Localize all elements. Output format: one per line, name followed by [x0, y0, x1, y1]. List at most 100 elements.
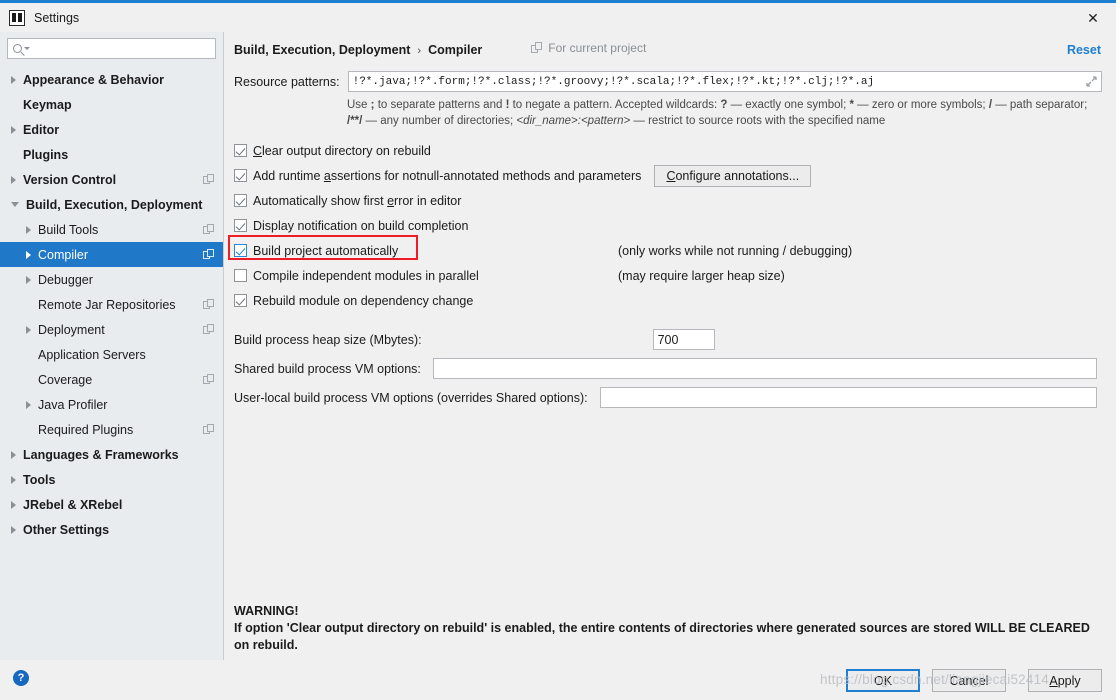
warning-title: WARNING!	[234, 604, 299, 618]
chevron-right-icon[interactable]	[11, 500, 16, 509]
sidebar-item-coverage[interactable]: Coverage	[0, 367, 223, 392]
checkbox-display-notification-on-build[interactable]	[234, 219, 247, 232]
title-bar: Settings ✕	[0, 3, 1116, 32]
hint-b6: /**/	[347, 115, 363, 127]
resource-patterns-hint: Use ; to separate patterns and ! to nega…	[347, 97, 1102, 129]
scope-label: For current project	[548, 41, 647, 55]
sidebar-item-label: Required Plugins	[38, 422, 134, 437]
hint-i1: <dir_name>:<pattern>	[516, 115, 631, 127]
chevron-right-icon[interactable]	[11, 125, 16, 134]
chevron-right-icon[interactable]	[26, 400, 31, 409]
input-shared-build-process-vm[interactable]	[432, 358, 1097, 379]
option-label[interactable]: Rebuild module on dependency change	[253, 294, 473, 308]
chevron-right-icon[interactable]	[11, 175, 16, 184]
resource-patterns-input[interactable]	[348, 73, 1082, 90]
sidebar-item-application-servers[interactable]: Application Servers	[0, 342, 223, 367]
chevron-right-icon[interactable]	[11, 75, 16, 84]
sidebar-item-languages-frameworks[interactable]: Languages & Frameworks	[0, 442, 223, 467]
close-icon[interactable]: ✕	[1070, 3, 1116, 32]
sidebar-item-java-profiler[interactable]: Java Profiler	[0, 392, 223, 417]
breadcrumb: Build, Execution, Deployment › Compiler …	[225, 32, 1116, 57]
checkbox-rebuild-module-on-dependency[interactable]	[234, 294, 247, 307]
checkbox-build-project-automatically[interactable]	[234, 244, 247, 257]
input-user-local-build-process[interactable]	[599, 387, 1097, 408]
resource-patterns-field[interactable]	[347, 71, 1102, 92]
options-list: Clear output directory on rebuild Add run…	[228, 138, 1116, 313]
sidebar-item-label: Editor	[23, 122, 60, 137]
sidebar-item-plugins[interactable]: Plugins	[0, 142, 223, 167]
sidebar-item-required-plugins[interactable]: Required Plugins	[0, 417, 223, 442]
sidebar-item-jrebel-xrebel[interactable]: JRebel & XRebel	[0, 492, 223, 517]
sidebar-item-deployment[interactable]: Deployment	[0, 317, 223, 342]
hint-p8: — restrict to source roots with the spec…	[630, 115, 886, 127]
checkbox-automatically-show-first-error[interactable]	[234, 194, 247, 207]
chevron-right-icon[interactable]	[26, 225, 31, 234]
sidebar-item-build-execution-deployment[interactable]: Build, Execution, Deployment	[0, 192, 223, 217]
option-label[interactable]: Add runtime assertions for notnull-annot…	[253, 169, 641, 183]
chevron-right-icon[interactable]	[11, 475, 16, 484]
project-scope-icon	[203, 298, 215, 311]
chevron-right-icon[interactable]	[26, 325, 31, 334]
option-label[interactable]: Automatically show first error in editor	[253, 194, 461, 208]
search-icon	[13, 44, 22, 53]
option-row-add-runtime-assertions-for: Add runtime assertions for notnull-annot…	[234, 163, 1116, 188]
chevron-right-icon[interactable]	[26, 275, 31, 284]
sidebar-item-other-settings[interactable]: Other Settings	[0, 517, 223, 542]
sidebar-item-build-tools[interactable]: Build Tools	[0, 217, 223, 242]
field-row-build-process-heap-size: Build process heap size (Mbytes):	[234, 325, 1116, 354]
checkbox-compile-independent-modules-in[interactable]	[234, 269, 247, 282]
help-icon[interactable]: ?	[13, 670, 29, 686]
sidebar-item-editor[interactable]: Editor	[0, 117, 223, 142]
sidebar-item-keymap[interactable]: Keymap	[0, 92, 223, 117]
sidebar-item-debugger[interactable]: Debugger	[0, 267, 223, 292]
sidebar-item-label: Debugger	[38, 272, 93, 287]
apply-button[interactable]: Apply	[1028, 669, 1102, 692]
checkbox-clear-output-directory-on[interactable]	[234, 144, 247, 157]
sidebar-item-label: Tools	[23, 472, 56, 487]
checkbox-add-runtime-assertions-for[interactable]	[234, 169, 247, 182]
hint-p4: — exactly one symbol;	[727, 99, 850, 111]
search-wrapper	[0, 32, 223, 64]
project-scope-icon	[203, 223, 215, 236]
reset-link[interactable]: Reset	[1067, 43, 1101, 57]
chevron-right-icon[interactable]	[26, 250, 31, 259]
option-label[interactable]: Display notification on build completion	[253, 219, 468, 233]
sidebar-item-label: Build, Execution, Deployment	[26, 197, 203, 212]
hint-p7: — any number of directories;	[362, 115, 517, 127]
sidebar-item-version-control[interactable]: Version Control	[0, 167, 223, 192]
option-label[interactable]: Clear output directory on rebuild	[253, 144, 431, 158]
warning-block: WARNING! If option 'Clear output directo…	[234, 603, 1096, 654]
project-scope-icon	[203, 248, 215, 261]
intellij-idea-icon	[9, 9, 25, 26]
search-box[interactable]	[7, 38, 216, 59]
ok-button[interactable]: OK	[846, 669, 920, 692]
search-input[interactable]	[30, 40, 215, 57]
option-row-clear-output-directory-on: Clear output directory on rebuild	[234, 138, 1116, 163]
fields-list: Build process heap size (Mbytes): Shared …	[234, 325, 1116, 412]
project-scope-icon	[203, 173, 215, 186]
sidebar-item-remote-jar-repositories[interactable]: Remote Jar Repositories	[0, 292, 223, 317]
project-scope-icon	[203, 423, 215, 436]
sidebar-item-label: JRebel & XRebel	[23, 497, 123, 512]
sidebar-item-appearance-behavior[interactable]: Appearance & Behavior	[0, 67, 223, 92]
sidebar-item-label: Appearance & Behavior	[23, 72, 165, 87]
option-label[interactable]: Compile independent modules in parallel	[253, 269, 479, 283]
configure-annotations-button[interactable]: Configure annotations...	[654, 164, 812, 187]
option-label[interactable]: Build project automatically	[253, 244, 398, 258]
sidebar-item-label: Languages & Frameworks	[23, 447, 179, 462]
window-title: Settings	[34, 10, 80, 25]
chevron-down-icon[interactable]	[11, 202, 19, 207]
sidebar-item-label: Version Control	[23, 172, 117, 187]
chevron-right-icon[interactable]	[11, 525, 16, 534]
chevron-right-icon[interactable]	[11, 450, 16, 459]
sidebar-item-tools[interactable]: Tools	[0, 467, 223, 492]
input-build-process-heap-size[interactable]	[652, 329, 715, 350]
expand-icon[interactable]	[1082, 72, 1101, 91]
sidebar-item-compiler[interactable]: Compiler	[0, 242, 223, 267]
breadcrumb-separator: ›	[417, 45, 422, 57]
breadcrumb-parent[interactable]: Build, Execution, Deployment	[234, 43, 410, 57]
option-row-compile-independent-modules-in: Compile independent modules in parallel (…	[234, 263, 1116, 288]
cancel-button[interactable]: Cancel	[932, 669, 1006, 692]
option-note: (may require larger heap size)	[618, 268, 785, 283]
field-row-user-local-build-process: User-local build process VM options (ove…	[234, 383, 1116, 412]
